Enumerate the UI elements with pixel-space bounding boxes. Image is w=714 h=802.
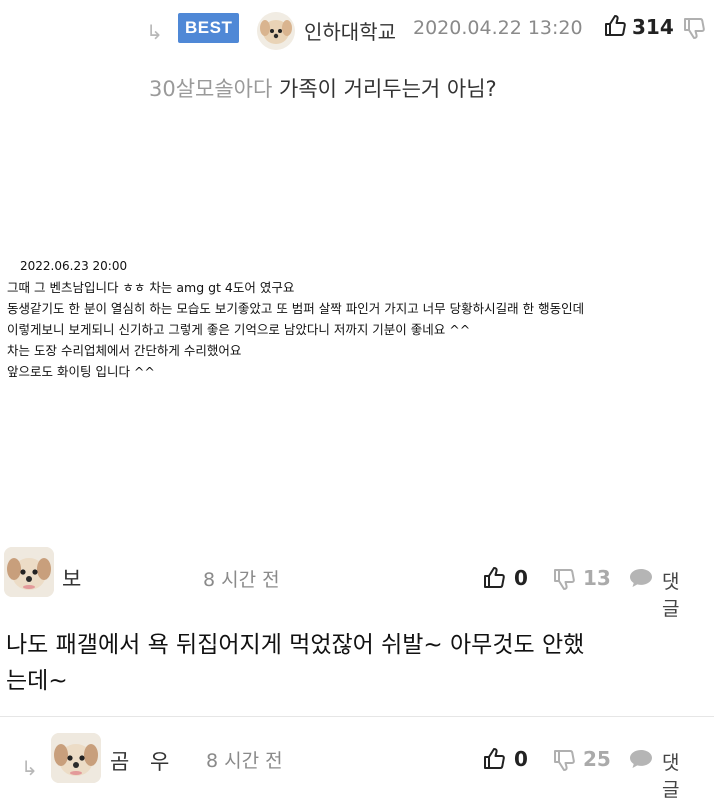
photo-date: 2022.06.23 20:00 <box>20 259 128 273</box>
best-author-name[interactable]: 인하대학교 <box>304 16 396 45</box>
comment1-author[interactable]: 보 <box>62 563 81 593</box>
comment1-like-button[interactable]: 0 <box>482 566 528 594</box>
comment1-avatar[interactable] <box>4 547 54 597</box>
comment1-text: 나도 패갤에서 욕 뒤집어지게 먹었잖어 쉬발~ 아무것도 안했 는데~ <box>6 632 585 694</box>
speech-bubble-icon <box>628 747 654 775</box>
comment2-like-count: 0 <box>514 747 528 771</box>
best-like-count: 314 <box>632 15 674 39</box>
thumbs-down-icon <box>552 567 576 595</box>
comment2-reply-button[interactable]: 댓글 <box>628 747 679 801</box>
comment1-dislike-count: 13 <box>583 566 611 590</box>
best-comment-text: 30살모솔아다 가족이 거리두는거 아님? <box>149 77 497 101</box>
comment2-like-button[interactable]: 0 <box>482 747 528 775</box>
reply-arrow-icon: ↳ <box>21 756 38 780</box>
thumbs-up-icon <box>482 566 506 594</box>
speech-bubble-icon <box>628 566 654 594</box>
comment1-reply-label: 댓글 <box>662 571 680 620</box>
best-like-button[interactable]: 314 <box>603 14 674 42</box>
comment1-time: 8 시간 전 <box>203 569 280 591</box>
comment-divider <box>0 716 714 717</box>
best-timestamp: 2020.04.22 13:20 <box>413 17 583 39</box>
thumbs-down-icon <box>552 748 576 776</box>
caption-line: 차는 도장 수리업체에서 간단하게 수리했어요 <box>7 343 242 358</box>
thumbs-down-icon <box>682 16 706 44</box>
comment1-reply-button[interactable]: 댓글 <box>628 566 679 620</box>
reply-arrow-icon: ↳ <box>146 20 163 44</box>
comment2-avatar[interactable] <box>51 733 101 783</box>
thumbs-up-icon <box>603 14 627 42</box>
comment1-like-count: 0 <box>514 566 528 590</box>
comment2-reply-label: 댓글 <box>662 752 680 801</box>
comment2-time: 8 시간 전 <box>206 750 283 772</box>
best-author-avatar[interactable] <box>257 12 295 50</box>
best-dislike-button[interactable] <box>682 16 706 44</box>
caption-line: 동생같기도 한 분이 열심히 하는 모습도 보기좋았고 또 범퍼 살짝 파인거 … <box>7 301 585 316</box>
mention-tag[interactable]: 30살모솔아다 <box>149 77 272 101</box>
comment1-dislike-button[interactable]: 13 <box>552 566 611 595</box>
caption-line: 이렇게보니 보게되니 신기하고 그렇게 좋은 기억으로 남았다니 저까지 기분이… <box>7 322 471 337</box>
comment2-dislike-count: 25 <box>583 747 611 771</box>
comment2-author[interactable]: 곰 우 <box>110 746 169 776</box>
thumbs-up-icon <box>482 747 506 775</box>
best-badge: BEST <box>178 13 240 43</box>
caption-line: 앞으로도 화이팅 입니다 ^^ <box>7 364 155 379</box>
caption-line: 그때 그 벤츠남입니다 ㅎㅎ 차는 amg gt 4도어 였구요 <box>7 280 295 295</box>
comment2-dislike-button[interactable]: 25 <box>552 747 611 776</box>
photo-caption: 그때 그 벤츠남입니다 ㅎㅎ 차는 amg gt 4도어 였구요 동생같기도 한… <box>7 277 584 382</box>
